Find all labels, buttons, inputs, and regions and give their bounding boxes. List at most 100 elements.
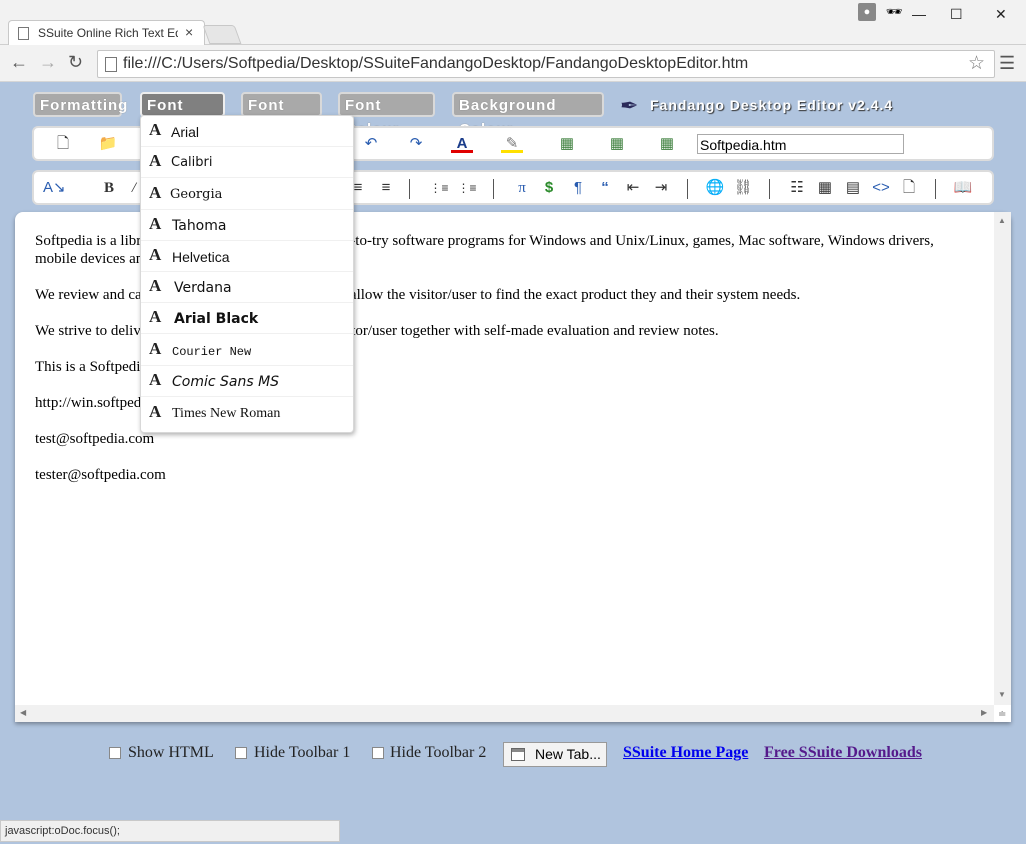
spellcheck-icon[interactable]: A↘ <box>43 178 66 198</box>
toolbar-separator <box>769 179 770 199</box>
bookmark-star-icon[interactable]: ☆ <box>968 52 985 75</box>
new-tab-button[interactable] <box>202 25 242 44</box>
hide-toolbar1-checkbox[interactable] <box>235 747 247 759</box>
font-letter-icon: A <box>149 402 162 421</box>
font-letter-icon: A <box>149 214 162 233</box>
show-html-checkbox[interactable] <box>109 747 121 759</box>
font-option-verdana[interactable]: A Verdana <box>141 272 353 303</box>
font-letter-icon: A <box>149 120 162 139</box>
formatting-menu-button[interactable]: Formatting <box>33 92 127 117</box>
font-option-arial-black[interactable]: A Arial Black <box>141 303 353 334</box>
bottom-controls: Show HTML Hide Toolbar 1 Hide Toolbar 2 … <box>0 740 1026 770</box>
toolbar-separator <box>409 179 410 199</box>
font-option-comic-sans[interactable]: A Comic Sans MS <box>141 366 353 397</box>
font-option-calibri[interactable]: A Calibri <box>141 147 353 178</box>
read-mode-icon[interactable]: 📖 <box>952 178 974 198</box>
hide-toolbar2-label[interactable]: Hide Toolbar 2 <box>390 744 486 762</box>
font-letter-icon: A <box>149 151 162 170</box>
minimize-button[interactable]: — <box>912 6 926 22</box>
file-icon <box>105 57 117 72</box>
close-window-button[interactable]: ✕ <box>995 6 1007 23</box>
font-option-times-new-roman[interactable]: A Times New Roman <box>141 398 353 429</box>
vertical-scrollbar[interactable]: ▲ ▼ <box>994 212 1011 705</box>
open-folder-icon[interactable]: 📁 <box>97 134 119 154</box>
font-option-courier-new[interactable]: A Courier New <box>141 335 353 366</box>
status-bar: javascript:oDoc.focus(); <box>0 820 340 842</box>
font-option-georgia[interactable]: A Georgia <box>141 179 353 210</box>
scroll-right-icon[interactable]: ▶ <box>981 708 987 717</box>
show-html-label[interactable]: Show HTML <box>128 744 214 762</box>
insert-link-icon[interactable]: 🌐 <box>704 178 726 198</box>
blockquote-icon[interactable]: “ <box>594 178 616 198</box>
maximize-button[interactable]: ☐ <box>950 6 963 23</box>
font-option-helvetica[interactable]: A Helvetica <box>141 241 353 272</box>
paragraph-mark-icon[interactable]: ¶ <box>567 178 589 198</box>
font-type-dropdown: A Arial A Calibri A Georgia A Tahoma A H… <box>140 115 354 433</box>
window-icon <box>511 748 525 761</box>
scroll-down-icon[interactable]: ▼ <box>998 690 1006 699</box>
columns-icon[interactable]: ☷ <box>786 178 808 198</box>
browser-titlebar: SSuite Online Rich Text Ed × ● 🕶 — ☐ ✕ <box>0 0 1026 45</box>
highlight-icon[interactable]: ✎ <box>501 134 523 153</box>
hide-toolbar2-checkbox[interactable] <box>372 747 384 759</box>
browser-menu-icon[interactable]: ☰ <box>999 53 1015 74</box>
paragraph: tester@softpedia.com <box>35 467 166 483</box>
special-characters-icon[interactable]: π <box>511 178 533 198</box>
font-colour-menu-button[interactable]: Font Colour <box>338 92 435 138</box>
image-gallery-icon[interactable]: ▦ <box>656 134 678 154</box>
address-bar[interactable]: file:///C:/Users/Softpedia/Desktop/SSuit… <box>97 50 995 78</box>
undo-icon[interactable]: ↶ <box>360 134 382 154</box>
filename-input[interactable]: Softpedia.htm <box>697 134 904 154</box>
back-icon[interactable]: ← <box>10 52 28 73</box>
address-text[interactable]: file:///C:/Users/Softpedia/Desktop/SSuit… <box>123 55 748 73</box>
new-tab-editor-button[interactable]: New Tab... <box>503 742 607 767</box>
new-document-icon[interactable]: 🗋 <box>52 134 74 154</box>
app-title: Fandango Desktop Editor v2.4.4 <box>650 97 894 113</box>
toolbar-separator <box>935 179 936 199</box>
font-letter-icon: A <box>149 370 162 389</box>
font-type-menu-button[interactable]: Font Type <box>140 92 225 138</box>
browser-tab[interactable]: SSuite Online Rich Text Ed × <box>8 20 205 45</box>
image-properties-icon[interactable]: ▦ <box>606 134 628 154</box>
incognito-icon[interactable]: 🕶 <box>884 4 904 20</box>
numbered-list-icon[interactable]: ⋮≡ <box>428 178 450 198</box>
font-letter-icon: A <box>149 183 162 202</box>
justify-icon[interactable]: ≡ <box>375 178 397 198</box>
insert-table-icon[interactable]: ▦ <box>814 178 836 198</box>
font-letter-icon: A <box>149 307 162 326</box>
font-letter-icon: A <box>149 245 162 264</box>
font-option-arial[interactable]: A Arial <box>141 116 353 147</box>
bullet-list-icon[interactable]: ⋮≡ <box>456 178 478 198</box>
horizontal-scrollbar[interactable]: ◀ ▶ <box>15 705 994 722</box>
html-code-icon[interactable]: <> <box>870 178 892 198</box>
tab-title: SSuite Online Rich Text Ed <box>38 26 178 40</box>
forward-icon[interactable]: → <box>39 52 57 73</box>
free-downloads-link[interactable]: Free SSuite Downloads <box>764 744 922 762</box>
redo-icon[interactable]: ↷ <box>405 134 427 154</box>
background-colour-menu-button[interactable]: Background Colour <box>452 92 604 138</box>
insert-image-icon[interactable]: ▦ <box>556 134 578 154</box>
hide-toolbar1-label[interactable]: Hide Toolbar 1 <box>254 744 350 762</box>
toolbar-separator <box>493 179 494 199</box>
blank-page-icon[interactable]: 🗋 <box>898 178 920 198</box>
bold-icon[interactable]: B <box>98 178 120 198</box>
resize-handle-icon[interactable]: ≐ <box>998 709 1010 721</box>
scroll-left-icon[interactable]: ◀ <box>20 708 26 717</box>
indent-icon[interactable]: ⇥ <box>650 178 672 198</box>
reload-icon[interactable]: ↻ <box>68 52 83 73</box>
font-colour-icon[interactable]: A <box>451 134 473 153</box>
font-letter-icon: A <box>149 339 162 358</box>
font-option-tahoma[interactable]: A Tahoma <box>141 210 353 241</box>
outdent-icon[interactable]: ⇤ <box>622 178 644 198</box>
profile-icon[interactable]: ● <box>858 3 876 21</box>
toolbar-separator <box>687 179 688 199</box>
tab-close-icon[interactable]: × <box>185 24 193 40</box>
horizontal-rule-icon[interactable]: ▤ <box>842 178 864 198</box>
scroll-up-icon[interactable]: ▲ <box>998 216 1006 225</box>
page-icon <box>18 27 29 40</box>
ssuite-home-link[interactable]: SSuite Home Page <box>623 744 748 762</box>
font-size-menu-button[interactable]: Font Size <box>241 92 322 138</box>
currency-symbol-icon[interactable]: $ <box>538 178 560 198</box>
unlink-icon[interactable]: ⛓ <box>732 178 754 198</box>
font-letter-icon: A <box>149 276 162 295</box>
